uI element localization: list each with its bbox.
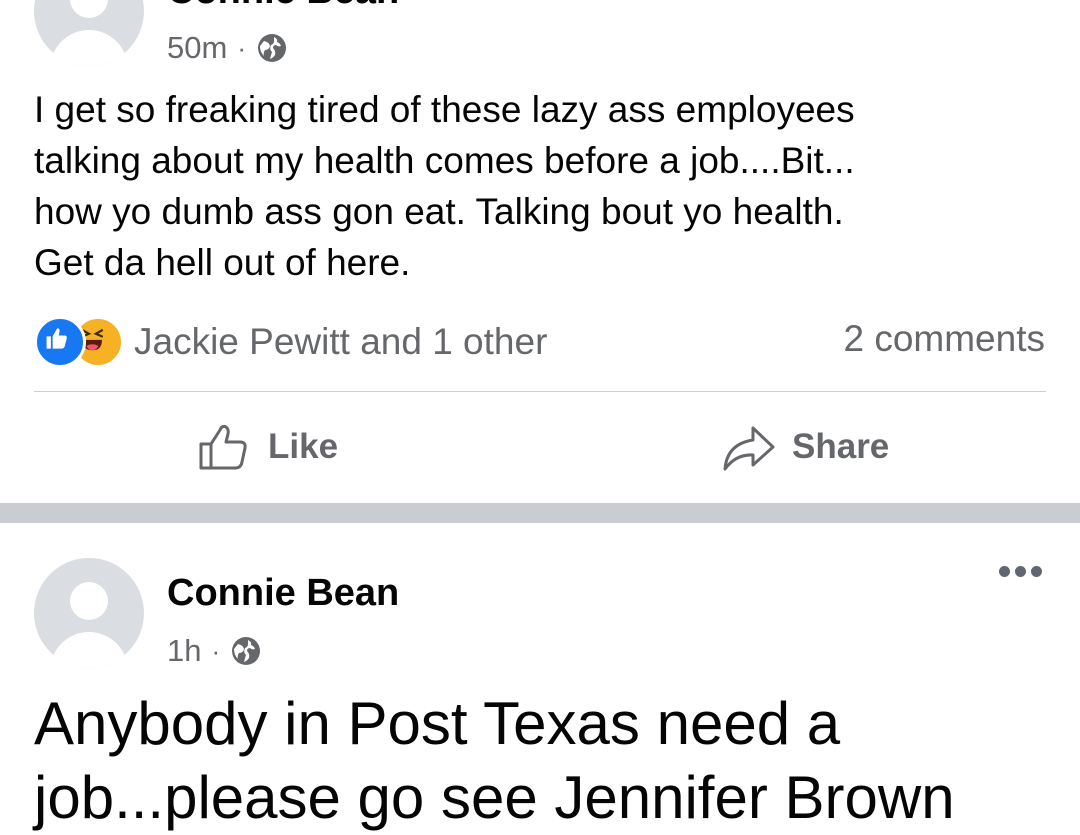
like-button[interactable]: Like — [196, 418, 338, 476]
post-text-line: how yo dumb ass gon eat. Talking bout yo… — [34, 191, 844, 232]
like-label: Like — [268, 427, 339, 466]
divider — [34, 391, 1046, 392]
post-meta: 1h · — [167, 633, 262, 669]
avatar-body-shape — [50, 30, 128, 66]
post-text-line: talking about my health comes before a j… — [34, 140, 855, 181]
thumbs-up-icon — [199, 424, 247, 470]
feed-separator — [0, 503, 1080, 523]
share-button[interactable]: Share — [720, 418, 889, 476]
post-body-text: I get so freaking tired of these lazy as… — [34, 84, 1034, 288]
post-card: Connie Bean 50m · I get so freaking tire… — [0, 0, 1080, 503]
post-text-line: Get da hell out of here. — [34, 242, 411, 283]
reactions-summary[interactable]: Jackie Pewitt and 1 other — [34, 316, 547, 368]
avatar-head-shape — [70, 582, 108, 620]
share-label: Share — [792, 427, 890, 466]
meta-dot: · — [237, 32, 246, 63]
globe-icon — [257, 34, 286, 62]
post-timestamp[interactable]: 50m — [167, 30, 227, 66]
post-timestamp[interactable]: 1h — [167, 633, 201, 669]
post-text-line: job...please go see Jennifer Brown — [34, 764, 955, 831]
like-reaction-icon — [34, 316, 86, 368]
post-meta: 50m · — [167, 30, 288, 66]
author-name[interactable]: Connie Bean — [167, 572, 399, 615]
post-text-line: I get so freaking tired of these lazy as… — [34, 89, 855, 130]
post-text-line: Anybody in Post Texas need a — [34, 690, 841, 757]
globe-icon — [232, 637, 261, 665]
author-avatar[interactable] — [34, 0, 144, 66]
avatar-head-shape — [70, 0, 108, 18]
post-body-text: Anybody in Post Texas need a job...pleas… — [34, 687, 955, 835]
share-arrow-icon — [723, 426, 775, 471]
comments-count[interactable]: 2 comments — [843, 318, 1045, 360]
more-options-icon[interactable] — [994, 566, 1042, 577]
avatar-body-shape — [50, 632, 128, 668]
author-avatar[interactable] — [34, 558, 144, 668]
reactions-names[interactable]: Jackie Pewitt and 1 other — [134, 321, 547, 363]
meta-dot: · — [211, 635, 221, 666]
author-name[interactable]: Connie Bean — [167, 0, 399, 13]
